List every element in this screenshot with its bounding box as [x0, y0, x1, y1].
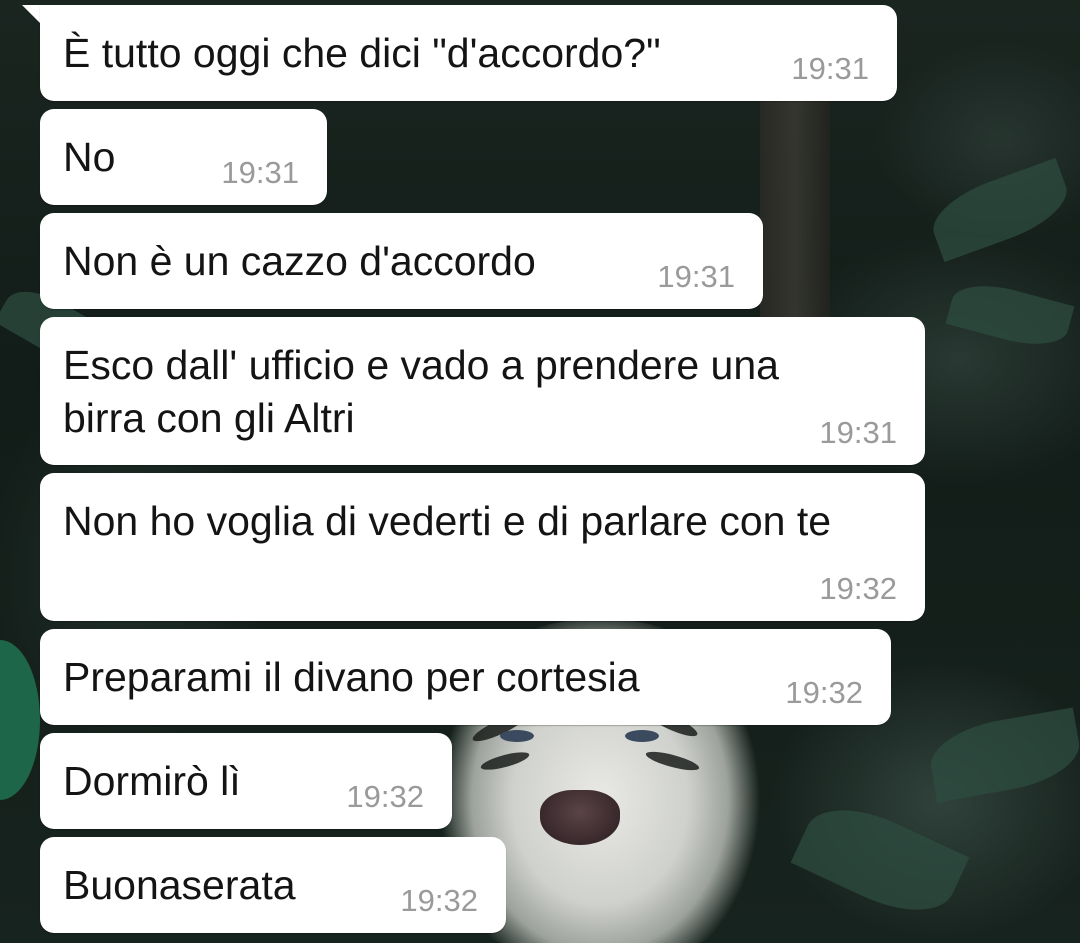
- message-timestamp: 19:32: [785, 675, 863, 710]
- message-bubble[interactable]: Preparami il divano per cortesia 19:32: [40, 629, 891, 725]
- message-bubble[interactable]: Non è un cazzo d'accordo 19:31: [40, 213, 763, 309]
- message-text: Buonaserata: [63, 862, 296, 908]
- message-text: Dormirò lì: [63, 758, 241, 804]
- message-timestamp: 19:32: [346, 779, 424, 814]
- message-bubble[interactable]: Dormirò lì 19:32: [40, 733, 452, 829]
- message-timestamp: 19:31: [819, 415, 897, 450]
- message-text: No: [63, 134, 116, 180]
- message-timestamp: 19:31: [221, 155, 299, 190]
- message-timestamp: 19:31: [657, 259, 735, 294]
- message-bubble[interactable]: Non ho voglia di vederti e di parlare co…: [40, 473, 925, 621]
- message-text: È tutto oggi che dici "d'accordo?": [63, 30, 661, 76]
- message-text: Preparami il divano per cortesia: [63, 654, 640, 700]
- message-text: Non ho voglia di vederti e di parlare co…: [63, 498, 832, 544]
- message-text: Non è un cazzo d'accordo: [63, 238, 536, 284]
- chat-message-list[interactable]: È tutto oggi che dici "d'accordo?" 19:31…: [0, 0, 1080, 943]
- message-timestamp: 19:32: [819, 571, 897, 606]
- message-text-line-1: Esco dall' ufficio e vado a prendere una: [63, 342, 779, 388]
- message-bubble[interactable]: È tutto oggi che dici "d'accordo?" 19:31: [40, 5, 897, 101]
- message-text-line-2: birra con gli Altri: [63, 395, 355, 441]
- message-bubble[interactable]: No 19:31: [40, 109, 327, 205]
- message-timestamp: 19:32: [400, 883, 478, 918]
- message-bubble[interactable]: Buonaserata 19:32: [40, 837, 506, 933]
- message-timestamp: 19:31: [791, 51, 869, 86]
- message-bubble[interactable]: Esco dall' ufficio e vado a prendere una…: [40, 317, 925, 465]
